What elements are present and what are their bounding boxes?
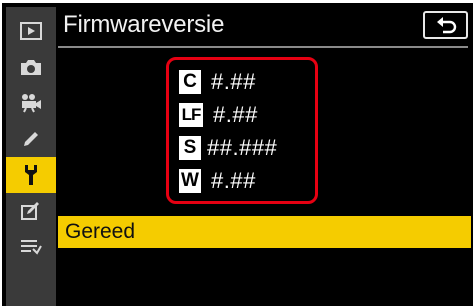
firmware-row-s: S ##.### bbox=[179, 134, 277, 162]
firmware-version: #.## bbox=[213, 102, 258, 127]
menu-sidebar bbox=[6, 7, 56, 306]
firmware-badge: C bbox=[179, 70, 201, 94]
firmware-badge: W bbox=[179, 169, 201, 193]
back-button[interactable] bbox=[423, 11, 468, 39]
firmware-version: #.## bbox=[211, 69, 256, 94]
sidebar-item-playback[interactable] bbox=[6, 13, 56, 49]
return-arrow-icon bbox=[436, 17, 456, 34]
sidebar-item-movie-shooting[interactable] bbox=[6, 85, 56, 121]
movie-camera-icon bbox=[22, 94, 41, 113]
title-divider bbox=[58, 46, 468, 48]
sidebar-item-photo-shooting[interactable] bbox=[6, 49, 56, 85]
camera-icon bbox=[21, 60, 41, 75]
sidebar-item-retouch[interactable] bbox=[6, 193, 56, 229]
retouch-icon bbox=[21, 202, 39, 220]
pencil-icon bbox=[24, 132, 38, 146]
firmware-version: #.## bbox=[211, 168, 256, 193]
firmware-badge: S bbox=[179, 136, 201, 160]
playback-icon bbox=[20, 22, 42, 40]
firmware-row-w: W #.## bbox=[179, 167, 256, 195]
wrench-icon bbox=[25, 165, 37, 185]
camera-screen: Firmwareversie C #.## LF #.## S ##.### W… bbox=[2, 3, 473, 306]
firmware-badge: LF bbox=[179, 103, 203, 127]
done-button[interactable]: Gereed bbox=[58, 216, 471, 248]
my-menu-icon bbox=[21, 240, 42, 255]
firmware-row-lens-flash: LF #.## bbox=[179, 101, 258, 129]
page-title: Firmwareversie bbox=[63, 11, 225, 38]
sidebar-item-custom-settings[interactable] bbox=[6, 121, 56, 157]
sidebar-item-setup[interactable] bbox=[6, 157, 56, 193]
firmware-row-camera: C #.## bbox=[179, 68, 256, 96]
firmware-version: ##.### bbox=[207, 135, 278, 160]
firmware-version-box: C #.## LF #.## S ##.### W #.## bbox=[166, 57, 318, 204]
sidebar-item-my-menu[interactable] bbox=[6, 229, 56, 265]
